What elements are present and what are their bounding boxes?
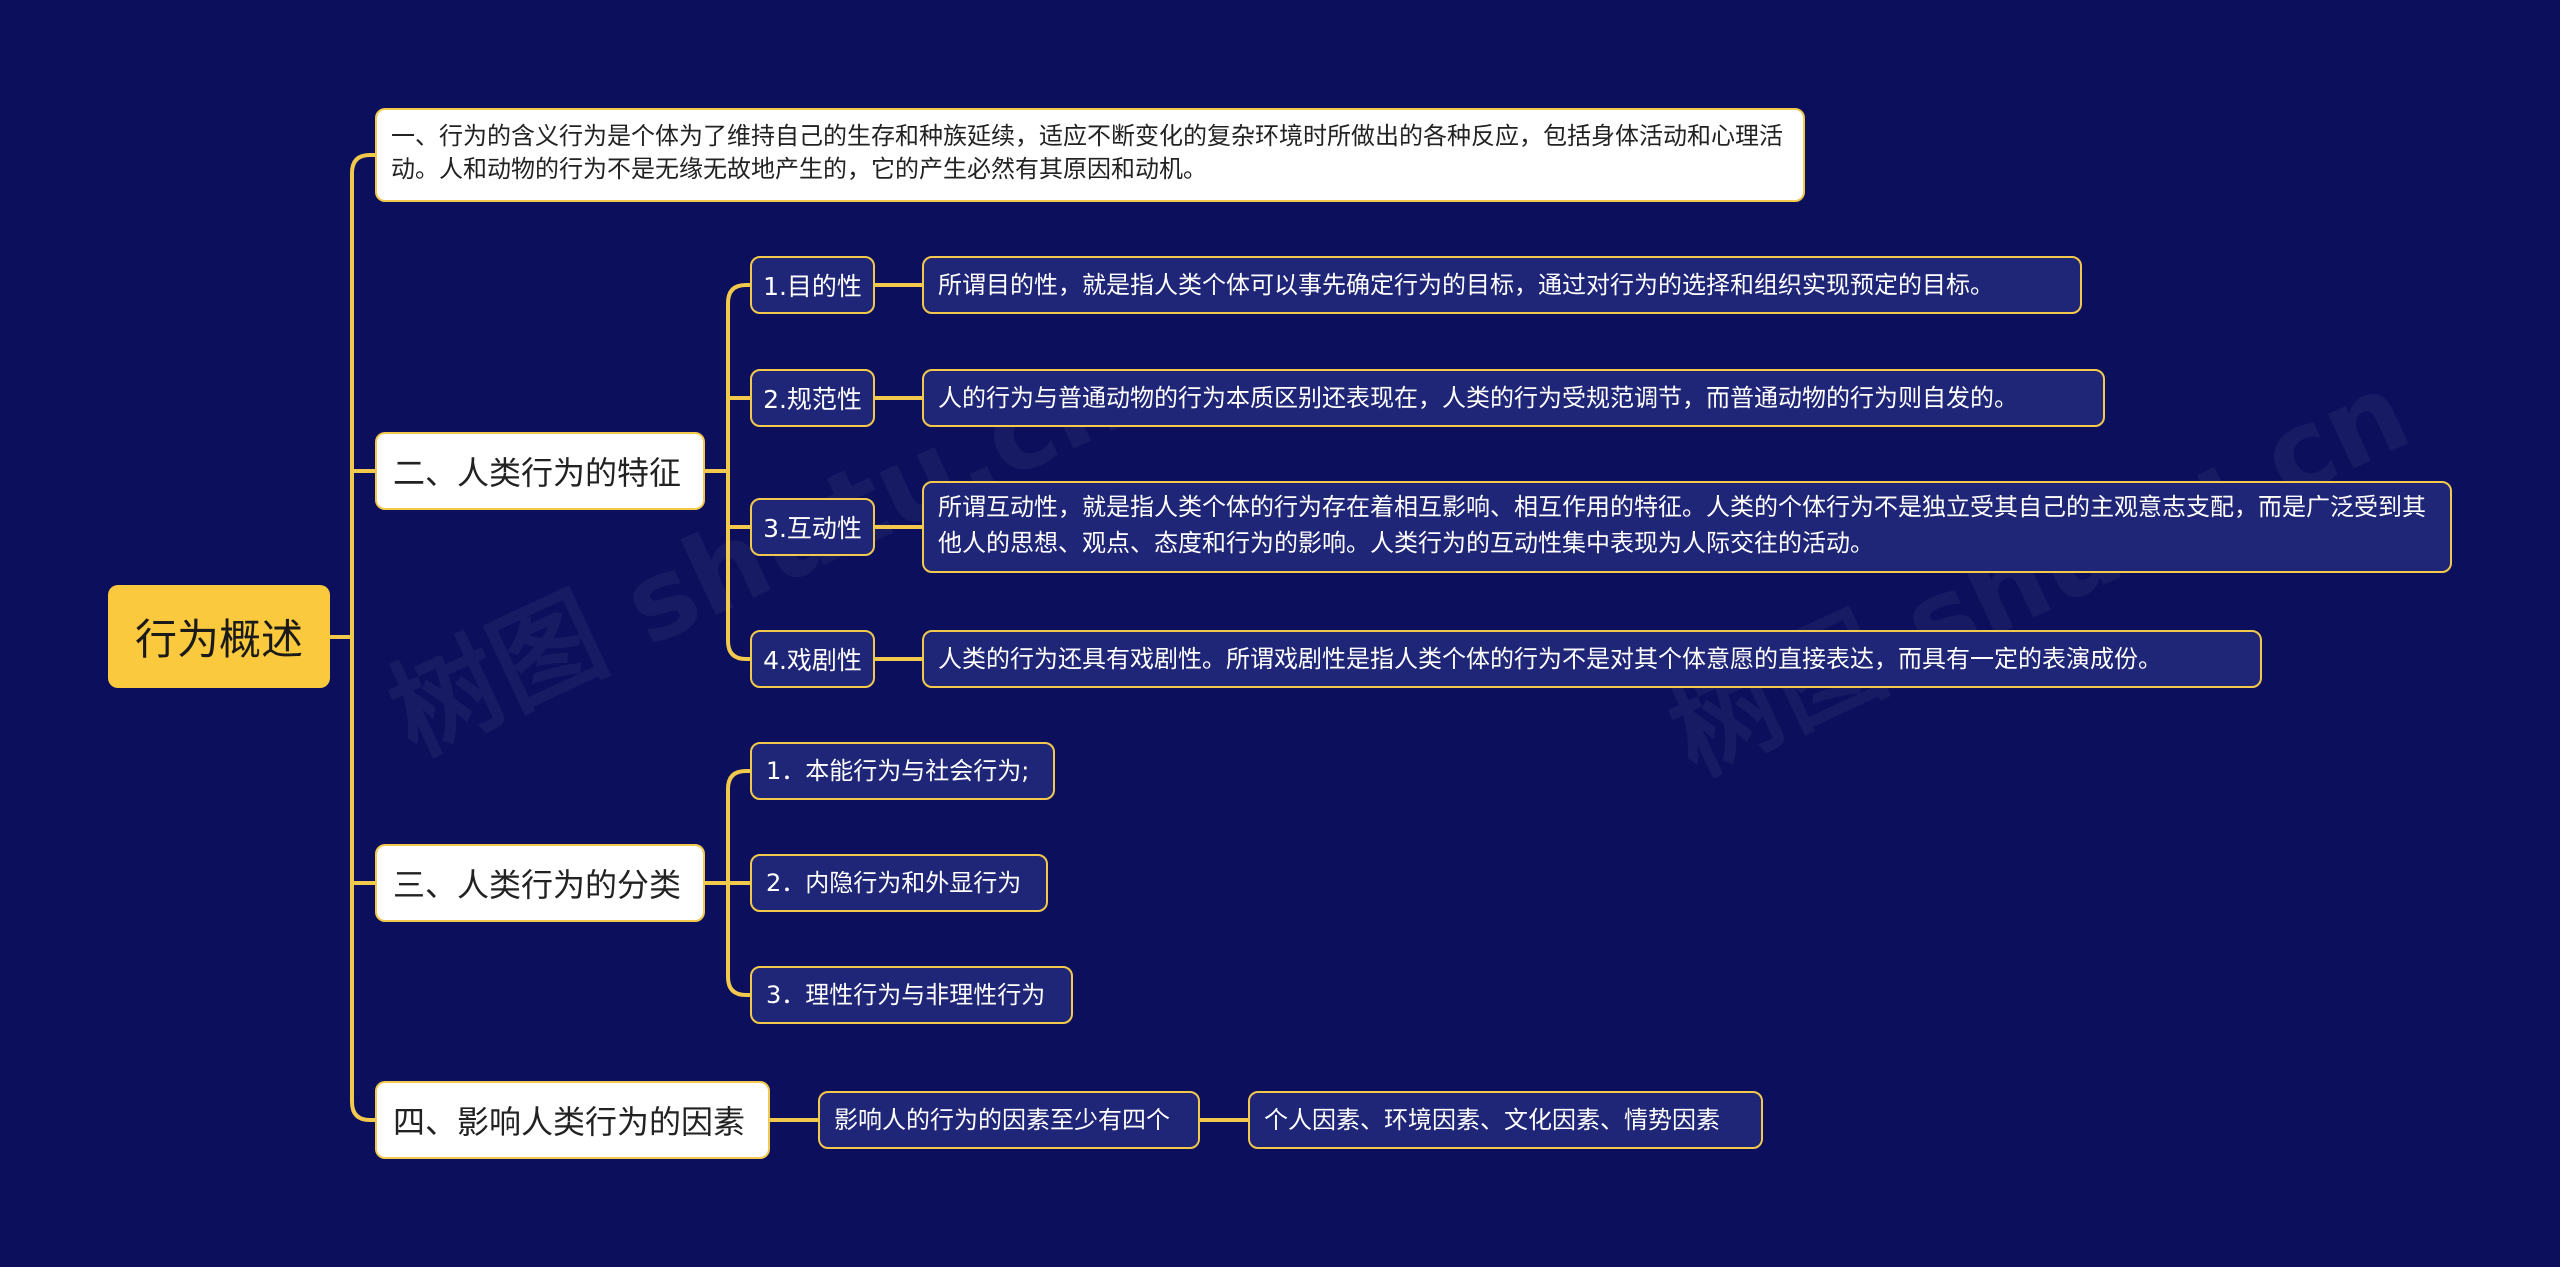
trait-desc-drama[interactable]: 人类的行为还具有戏剧性。所谓戏剧性是指人类个体的行为不是对其个体意愿的直接表达，… [922,630,2262,688]
trait-tag-purpose[interactable]: 1.目的性 [750,256,875,314]
section2-title[interactable]: 二、人类行为的特征 [375,432,705,510]
root-node[interactable]: 行为概述 [108,585,330,688]
factors-count[interactable]: 影响人的行为的因素至少有四个 [818,1091,1200,1149]
trait-tag-drama[interactable]: 4.戏剧性 [750,630,875,688]
section1-definition[interactable]: 一、行为的含义行为是个体为了维持自己的生存和种族延续，适应不断变化的复杂环境时所… [375,108,1805,202]
trait-tag-interaction[interactable]: 3.互动性 [750,498,875,556]
factors-list[interactable]: 个人因素、环境因素、文化因素、情势因素 [1248,1091,1763,1149]
category-item-1[interactable]: 1．本能行为与社会行为; [750,742,1055,800]
trait-desc-purpose[interactable]: 所谓目的性，就是指人类个体可以事先确定行为的目标，通过对行为的选择和组织实现预定… [922,256,2082,314]
trait-tag-norm[interactable]: 2.规范性 [750,369,875,427]
mind-map: 树图 shutu.cn 树图 shutu.cn 行为概述 一、行为的含义行为是个… [0,0,2560,1267]
section3-title[interactable]: 三、人类行为的分类 [375,844,705,922]
section4-title[interactable]: 四、影响人类行为的因素 [375,1081,770,1159]
trait-desc-norm[interactable]: 人的行为与普通动物的行为本质区别还表现在，人类的行为受规范调节，而普通动物的行为… [922,369,2105,427]
category-item-3[interactable]: 3．理性行为与非理性行为 [750,966,1073,1024]
connector-s3-trunk [726,769,752,997]
category-item-2[interactable]: 2．内隐行为和外显行为 [750,854,1048,912]
trait-desc-interaction[interactable]: 所谓互动性，就是指人类个体的行为存在着相互影响、相互作用的特征。人类的个体行为不… [922,481,2452,573]
